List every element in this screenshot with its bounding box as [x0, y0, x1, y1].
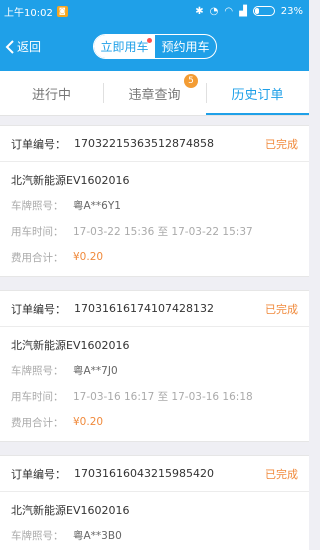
segment-instant[interactable]: 立即用车: [94, 35, 155, 58]
status-bar: 上午10:02 ◙ ✱ ◔ ◠ ▟ 23%: [0, 0, 309, 22]
signal-icon: ▟: [239, 5, 247, 17]
plate-label: 车牌照号：: [11, 199, 64, 212]
bluetooth-icon: ✱: [195, 5, 204, 17]
plate-number: 粤A**3B0: [73, 529, 122, 542]
fee-label: 费用合计：: [11, 251, 64, 264]
order-card[interactable]: 订单编号： 17031616174107428132 已完成 北汽新能源EV16…: [0, 290, 309, 442]
fee-total: ¥0.20: [73, 416, 104, 428]
fee-total: ¥0.20: [73, 251, 104, 263]
order-no-label: 订单编号：: [11, 467, 66, 481]
order-header: 订单编号： 17031616043215985420 已完成: [0, 456, 309, 492]
order-no: 17032215363512874858: [74, 137, 214, 150]
nav-bar: 返回 立即用车 预约用车: [0, 22, 309, 71]
segment-reserve-label: 预约用车: [161, 40, 210, 54]
battery-icon: [252, 6, 275, 16]
order-status: 已完成: [265, 302, 298, 316]
plate-label: 车牌照号：: [11, 529, 64, 542]
tab-in-progress[interactable]: 进行中: [0, 71, 103, 115]
time-label: 用车时间：: [11, 225, 64, 238]
violation-count-badge: 5: [184, 74, 198, 88]
tab-bar: 进行中 违章查询 历史订单 5: [0, 71, 309, 116]
tab-order-history-label: 历史订单: [231, 87, 284, 103]
mode-segmented-control: 立即用车 预约用车: [93, 34, 217, 59]
fee-label: 费用合计：: [11, 416, 64, 429]
chevron-left-icon: [5, 39, 14, 54]
alarm-icon: ◔: [209, 5, 219, 17]
order-header: 订单编号： 17032215363512874858 已完成: [0, 126, 309, 162]
car-model: 北汽新能源EV1602016: [11, 504, 130, 517]
tab-order-history[interactable]: 历史订单: [206, 71, 309, 115]
segment-instant-label: 立即用车: [100, 40, 149, 54]
order-no-label: 订单编号：: [11, 302, 66, 316]
time-label: 用车时间：: [11, 390, 64, 403]
order-list: 订单编号： 17032215363512874858 已完成 北汽新能源EV16…: [0, 125, 309, 550]
order-status: 已完成: [265, 467, 298, 481]
back-label: 返回: [17, 40, 42, 54]
order-no: 17031616174107428132: [74, 302, 214, 315]
usage-time: 17-03-16 16:17 至 17-03-16 16:18: [73, 390, 253, 403]
notification-dot: [147, 38, 152, 43]
order-no: 17031616043215985420: [74, 467, 214, 480]
car-model: 北汽新能源EV1602016: [11, 339, 130, 352]
back-button[interactable]: 返回: [4, 38, 41, 55]
notification-app-icon: ◙: [56, 5, 68, 17]
plate-label: 车牌照号：: [11, 364, 64, 377]
order-no-label: 订单编号：: [11, 137, 66, 151]
usage-time: 17-03-22 15:36 至 17-03-22 15:37: [73, 225, 253, 238]
order-card[interactable]: 订单编号： 17032215363512874858 已完成 北汽新能源EV16…: [0, 125, 309, 277]
plate-number: 粤A**6Y1: [73, 199, 121, 212]
status-time: 上午10:02: [4, 7, 53, 19]
car-model: 北汽新能源EV1602016: [11, 174, 130, 187]
plate-number: 粤A**7J0: [73, 364, 118, 377]
battery-level: 23%: [280, 5, 303, 17]
wifi-icon: ◠: [224, 5, 234, 17]
segment-reserve[interactable]: 预约用车: [155, 35, 216, 58]
order-header: 订单编号： 17031616174107428132 已完成: [0, 291, 309, 327]
order-card[interactable]: 订单编号： 17031616043215985420 已完成 北汽新能源EV16…: [0, 455, 309, 550]
order-status: 已完成: [265, 137, 298, 151]
tab-violation-query-label: 违章查询: [128, 87, 181, 103]
tab-in-progress-label: 进行中: [31, 87, 71, 103]
